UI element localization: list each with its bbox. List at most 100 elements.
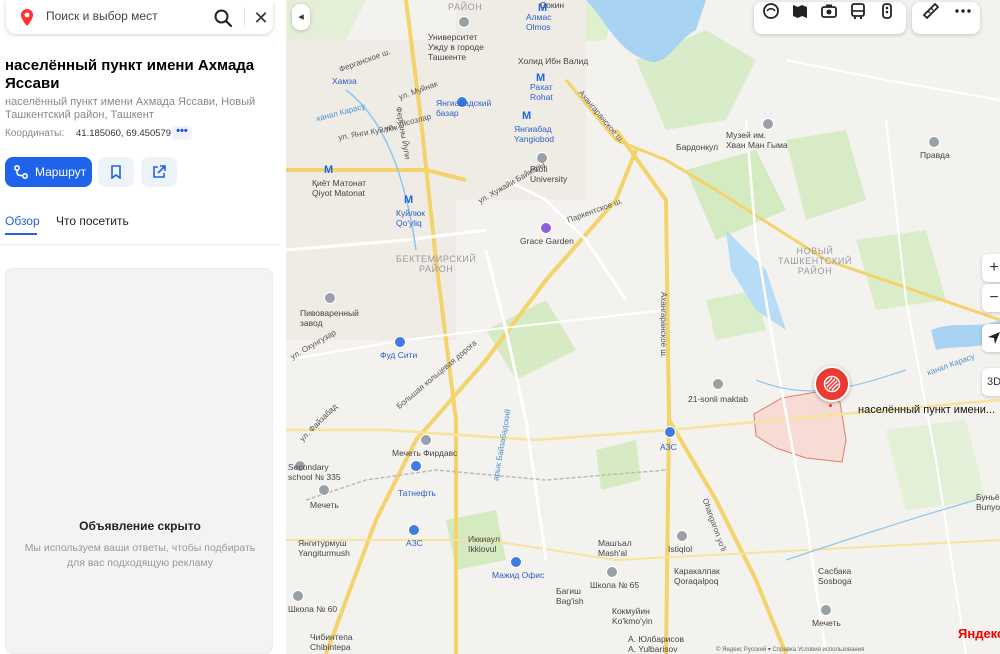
map-label-chibintepa[interactable]: Чибинтепа Chibintepa [310, 632, 353, 652]
ruler-icon[interactable] [922, 2, 940, 20]
route-button[interactable]: Маршрут [5, 157, 92, 187]
map-label-ikkiaul[interactable]: Иккиаул Ikkiovul [468, 534, 500, 554]
map-tools-toolbar [912, 2, 980, 34]
route-icon [13, 164, 29, 180]
search-icon[interactable] [212, 7, 234, 29]
search-bar[interactable]: Поиск и выбор мест ✕ [6, 0, 273, 34]
grace-garden-icon[interactable] [540, 222, 552, 234]
close-icon[interactable]: ✕ [250, 7, 272, 29]
map-label-maktab[interactable]: 21-sonli maktab [688, 394, 748, 404]
ad-text: Мы используем ваши ответы, чтобы подбира… [24, 542, 256, 569]
gas-station-icon[interactable] [410, 460, 422, 472]
university-icon[interactable] [458, 16, 470, 28]
search-input[interactable]: Поиск и выбор мест [46, 9, 158, 23]
map-label-sokin[interactable]: Сокин [540, 0, 564, 10]
map-label-istiqlol[interactable]: Istiqlol [668, 544, 692, 554]
map-label-yangiabad[interactable]: Янгиабад Yangiobod [514, 124, 554, 144]
coordinates-more-button[interactable]: ••• [172, 126, 192, 140]
map-label-yulbarisov[interactable]: А. Юлбарисов A. Yulbarisov [628, 634, 684, 654]
map-label-yangiturmush[interactable]: Янгитурмуш Yangiturmush [298, 538, 350, 558]
school-icon[interactable] [712, 378, 724, 390]
panorama-icon[interactable] [820, 2, 838, 20]
zoom-in-button[interactable]: + [982, 254, 1000, 282]
shop-icon[interactable] [510, 556, 522, 568]
map-label-hamza[interactable]: Хамза [332, 76, 357, 86]
map-label-bagish[interactable]: Багиш Bag'ish [556, 586, 584, 606]
mosque-icon[interactable] [820, 604, 832, 616]
map-copyright[interactable]: © Яндекс Русский ▾ Справка Условия испол… [716, 646, 864, 653]
selected-place-marker[interactable] [814, 366, 850, 402]
map-label-school65[interactable]: Школа № 65 [590, 580, 639, 590]
collapse-panel-button[interactable]: ◂ [292, 4, 310, 30]
more-icon[interactable] [954, 2, 972, 20]
map-label-bunyod[interactable]: Буньё Bunyo [976, 492, 1000, 512]
metro-icon: M [522, 110, 532, 122]
marker-dot [829, 404, 832, 407]
map-label-mashal[interactable]: Машъал Mash'al [598, 538, 632, 558]
map-label-bardonkul[interactable]: Бардонкул [676, 142, 718, 152]
food-city-icon[interactable] [394, 336, 406, 348]
place-icon[interactable] [928, 136, 940, 148]
map-label-raion-top: РАЙОН [448, 2, 483, 12]
school-icon[interactable] [676, 530, 688, 542]
map-label-kokmuyin[interactable]: Кокмуйин Ko'kmo'yin [612, 606, 653, 626]
metro-icon: M [404, 194, 414, 206]
transport-icon[interactable] [849, 2, 867, 20]
map-label-uzbekistan-uni[interactable]: Университет Ужду в городе Ташкенте [428, 32, 484, 62]
school-icon[interactable] [292, 590, 304, 602]
bookmark-button[interactable] [98, 157, 134, 187]
map-label-almas[interactable]: Алмас Olmos [526, 12, 551, 32]
map-label-mecheti1[interactable]: Мечеть [310, 500, 339, 510]
museum-icon[interactable] [762, 118, 774, 130]
map-label-brewery[interactable]: Пивоваренный завод [300, 308, 359, 328]
gas-station-icon[interactable] [664, 426, 676, 438]
tab-what-to-visit[interactable]: Что посетить [56, 214, 129, 228]
map-label-karakalpak[interactable]: Каракалпак Qoraqalpoq [674, 566, 720, 586]
layers-icon[interactable] [762, 2, 780, 20]
map-label-school335[interactable]: Secondary school № 335 [288, 462, 341, 482]
map-label-holid[interactable]: Холид Ибн Валид [518, 56, 588, 66]
map-label-food-city[interactable]: Фуд Сити [380, 350, 417, 360]
share-button[interactable] [141, 157, 177, 187]
map-label-school60[interactable]: Школа № 60 [288, 604, 337, 614]
map-book-icon[interactable] [791, 2, 809, 20]
brewery-icon[interactable] [324, 292, 336, 304]
coordinates-value[interactable]: 41.185060, 69.450579 [76, 128, 171, 139]
yandex-logo: Яндекс [958, 626, 1000, 641]
gas-station-icon[interactable] [408, 524, 420, 536]
search-divider [244, 7, 245, 27]
map-canvas[interactable]: M Алмас Olmos M Рахат Rohat M Янгиабад Yang… [286, 0, 1000, 654]
3d-button[interactable]: 3D [982, 368, 1000, 396]
school-icon[interactable] [606, 566, 618, 578]
map-label-kuylyuk[interactable]: Куйлюк Qo'yliq [396, 208, 425, 228]
ad-block: Объявление скрыто Мы используем ваши отв… [5, 268, 273, 654]
ad-title: Объявление скрыто [79, 519, 201, 533]
place-address: населённый пункт имени Ахмада Яссави, Но… [5, 96, 256, 121]
selected-place-label[interactable]: населённый пункт имени... [858, 404, 995, 416]
map-label-yangiabad-bazaar[interactable]: Янгиабадский базар [436, 98, 491, 118]
map-label-mecheti2[interactable]: Мечеть [812, 618, 841, 628]
map-label-mazhid[interactable]: Мажид Офис [492, 570, 544, 580]
map-label-azs1[interactable]: АЗС [406, 538, 423, 548]
zoom-out-button[interactable]: − [982, 284, 1000, 312]
map-label-azs2[interactable]: АЗС [660, 442, 677, 452]
map-label-sasbaka[interactable]: Сасбака Sosboga [818, 566, 852, 586]
bookmark-icon [111, 165, 121, 179]
map-label-tatneft[interactable]: Татнефть [398, 488, 436, 498]
map-label-mecheti-firdavs[interactable]: Мечеть Фирдавс [392, 448, 457, 458]
map-label-grace[interactable]: Grace Garden [520, 236, 574, 246]
tabs-divider [0, 244, 280, 245]
mosque-icon[interactable] [420, 434, 432, 446]
striped-area-icon [823, 375, 841, 393]
traffic-icon[interactable] [878, 2, 896, 20]
map-label-museum[interactable]: Музей им. Хван Ман Гыма [726, 130, 788, 150]
share-icon [153, 165, 166, 178]
map-label-kiyot[interactable]: Қиёт Матонат Qiyot Matonat [312, 178, 366, 198]
map-label-pravda[interactable]: Правда [920, 150, 950, 160]
mosque-icon[interactable] [318, 484, 330, 496]
location-arrow-button[interactable] [982, 324, 1000, 352]
map-label-bektemir: БЕКТЕМИРСКИЙ РАЙОН [396, 254, 477, 274]
tab-overview[interactable]: Обзор [5, 214, 40, 228]
map-background [286, 0, 1000, 654]
map-label-rahat[interactable]: Рахат Rohat [530, 82, 553, 102]
